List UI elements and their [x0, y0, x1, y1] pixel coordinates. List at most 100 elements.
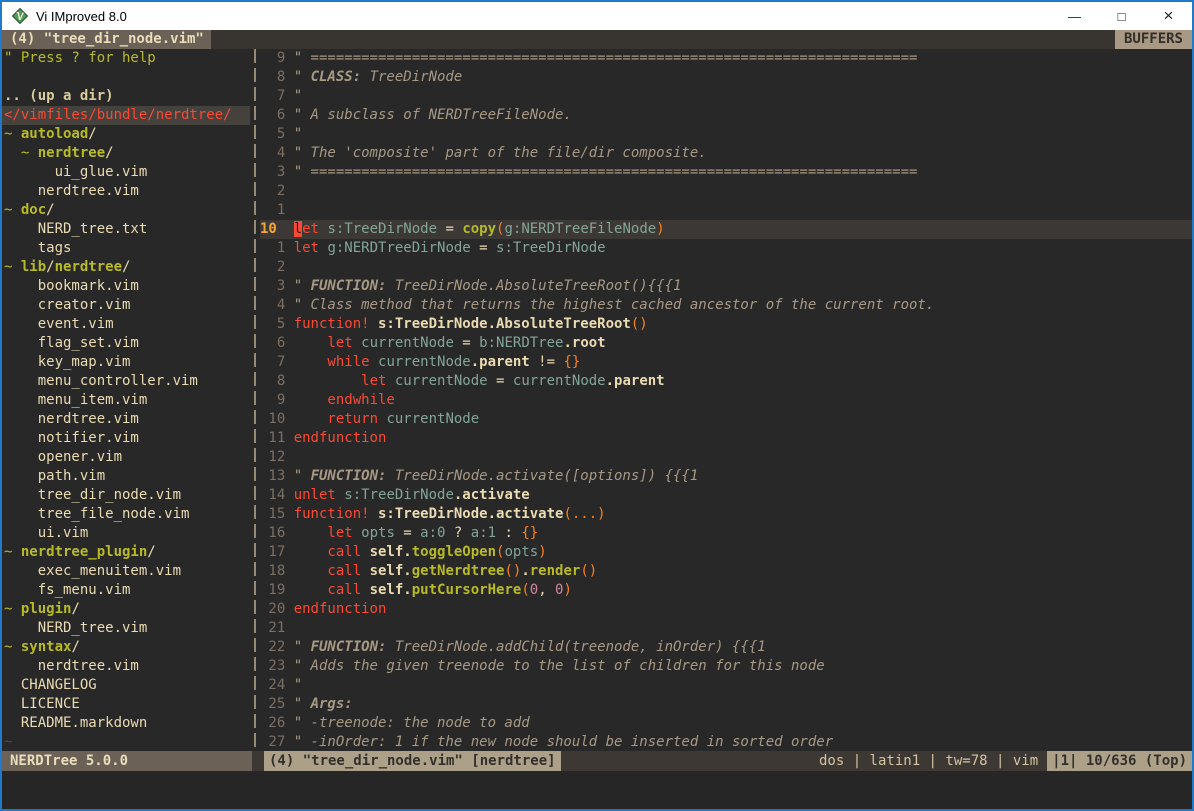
- tree-row[interactable]: .. (up a dir): [4, 87, 250, 106]
- code-rows[interactable]: 9" =====================================…: [260, 49, 1192, 751]
- code-row[interactable]: 7 while currentNode.parent != {}: [260, 353, 1192, 372]
- tree-row[interactable]: ~ syntax/: [4, 638, 250, 657]
- code-row[interactable]: 17 call self.toggleOpen(opts): [260, 543, 1192, 562]
- tree-row[interactable]: README.markdown: [4, 714, 250, 733]
- tree-row[interactable]: [4, 68, 250, 87]
- tree-row[interactable]: notifier.vim: [4, 429, 250, 448]
- statusline: NERDTree 5.0.0 (4) "tree_dir_node.vim" […: [2, 751, 1192, 771]
- maximize-button[interactable]: □: [1098, 2, 1145, 30]
- code-row[interactable]: 4" The 'composite' part of the file/dir …: [260, 144, 1192, 163]
- tree-row[interactable]: ~ autoload/: [4, 125, 250, 144]
- code-row[interactable]: 11endfunction: [260, 429, 1192, 448]
- code-row[interactable]: 7": [260, 87, 1192, 106]
- code-row[interactable]: 9 endwhile: [260, 391, 1192, 410]
- code-line-text: " ======================================…: [294, 163, 918, 182]
- tree-row[interactable]: tree_dir_node.vim: [4, 486, 250, 505]
- code-row[interactable]: 26" -treenode: the node to add: [260, 714, 1192, 733]
- minimize-button[interactable]: —: [1051, 2, 1098, 30]
- tree-row[interactable]: fs_menu.vim: [4, 581, 250, 600]
- tree-row[interactable]: key_map.vim: [4, 353, 250, 372]
- code-row[interactable]: 12: [260, 448, 1192, 467]
- code-row[interactable]: 3" FUNCTION: TreeDirNode.AbsoluteTreeRoo…: [260, 277, 1192, 296]
- code-row[interactable]: 4" Class method that returns the highest…: [260, 296, 1192, 315]
- tree-row[interactable]: tags: [4, 239, 250, 258]
- tree-row[interactable]: creator.vim: [4, 296, 250, 315]
- statusline-flags: dos | latin1 | tw=78 | vim: [819, 751, 1047, 771]
- titlebar: Vi IMproved 8.0 — □ ×: [2, 2, 1192, 30]
- tab-tree-dir-node[interactable]: (4) "tree_dir_node.vim": [2, 30, 211, 49]
- code-row[interactable]: 6" A subclass of NERDTreeFileNode.: [260, 106, 1192, 125]
- tree-row[interactable]: event.vim: [4, 315, 250, 334]
- code-row-cursor[interactable]: 10let s:TreeDirNode = copy(g:NERDTreeFil…: [260, 220, 1192, 239]
- code-line-text: call self.getNerdtree().render(): [294, 562, 597, 581]
- tree-row[interactable]: tree_file_node.vim: [4, 505, 250, 524]
- tree-row[interactable]: ~ lib/nerdtree/: [4, 258, 250, 277]
- nerdtree-rows[interactable]: " Press ? for help .. (up a dir)</vimfile…: [2, 49, 250, 751]
- code-row[interactable]: 19 call self.putCursorHere(0, 0): [260, 581, 1192, 600]
- tree-row[interactable]: nerdtree.vim: [4, 182, 250, 201]
- line-number: 17: [260, 543, 285, 562]
- line-number: 7: [260, 87, 285, 106]
- code-row[interactable]: 9" =====================================…: [260, 49, 1192, 68]
- tree-row[interactable]: ui.vim: [4, 524, 250, 543]
- code-row[interactable]: 13" FUNCTION: TreeDirNode.activate([opti…: [260, 467, 1192, 486]
- code-row[interactable]: 8" CLASS: TreeDirNode: [260, 68, 1192, 87]
- tree-row[interactable]: path.vim: [4, 467, 250, 486]
- code-line-text: " A subclass of NERDTreeFileNode.: [294, 106, 572, 125]
- tree-row[interactable]: menu_controller.vim: [4, 372, 250, 391]
- code-row[interactable]: 24": [260, 676, 1192, 695]
- command-line[interactable]: [2, 771, 1192, 809]
- code-row[interactable]: 21: [260, 619, 1192, 638]
- code-line-text: let opts = a:0 ? a:1 : {}: [294, 524, 539, 543]
- tree-row[interactable]: ~ plugin/: [4, 600, 250, 619]
- code-row[interactable]: 23" Adds the given treenode to the list …: [260, 657, 1192, 676]
- code-row[interactable]: 25" Args:: [260, 695, 1192, 714]
- code-row[interactable]: 1let g:NERDTreeDirNode = s:TreeDirNode: [260, 239, 1192, 258]
- tree-row[interactable]: flag_set.vim: [4, 334, 250, 353]
- tree-root-row[interactable]: </vimfiles/bundle/nerdtree/: [2, 106, 250, 125]
- tree-row[interactable]: bookmark.vim: [4, 277, 250, 296]
- line-number: 3: [260, 277, 285, 296]
- tree-row[interactable]: nerdtree.vim: [4, 410, 250, 429]
- code-line-text: endfunction: [294, 600, 387, 619]
- code-line-text: endfunction: [294, 429, 387, 448]
- code-row[interactable]: 14unlet s:TreeDirNode.activate: [260, 486, 1192, 505]
- tree-row[interactable]: NERD_tree.vim: [4, 619, 250, 638]
- code-row[interactable]: 1: [260, 201, 1192, 220]
- tree-row[interactable]: ~ doc/: [4, 201, 250, 220]
- code-row[interactable]: 16 let opts = a:0 ? a:1 : {}: [260, 524, 1192, 543]
- code-row[interactable]: 2: [260, 258, 1192, 277]
- code-row[interactable]: 5function! s:TreeDirNode.AbsoluteTreeRoo…: [260, 315, 1192, 334]
- tree-row[interactable]: NERD_tree.txt: [4, 220, 250, 239]
- code-row[interactable]: 3" =====================================…: [260, 163, 1192, 182]
- tree-row[interactable]: ~ nerdtree/: [4, 144, 250, 163]
- code-row[interactable]: 6 let currentNode = b:NERDTree.root: [260, 334, 1192, 353]
- code-row[interactable]: 18 call self.getNerdtree().render(): [260, 562, 1192, 581]
- tree-row[interactable]: ~ nerdtree_plugin/: [4, 543, 250, 562]
- code-line-text: " The 'composite' part of the file/dir c…: [294, 144, 707, 163]
- code-line-text: let currentNode = b:NERDTree.root: [294, 334, 606, 353]
- code-row[interactable]: 5": [260, 125, 1192, 144]
- code-row[interactable]: 8 let currentNode = currentNode.parent: [260, 372, 1192, 391]
- tree-row[interactable]: ui_glue.vim: [4, 163, 250, 182]
- tree-row[interactable]: ~: [4, 733, 250, 751]
- tree-row[interactable]: opener.vim: [4, 448, 250, 467]
- code-row[interactable]: 27" -inOrder: 1 if the new node should b…: [260, 733, 1192, 751]
- code-row[interactable]: 20endfunction: [260, 600, 1192, 619]
- code-line-text: return currentNode: [294, 410, 479, 429]
- code-row[interactable]: 10 return currentNode: [260, 410, 1192, 429]
- window-separator[interactable]: [250, 49, 260, 751]
- tree-row[interactable]: nerdtree.vim: [4, 657, 250, 676]
- line-number: 1: [260, 239, 285, 258]
- code-row[interactable]: 22" FUNCTION: TreeDirNode.addChild(treen…: [260, 638, 1192, 657]
- tree-row[interactable]: LICENCE: [4, 695, 250, 714]
- close-button[interactable]: ×: [1145, 2, 1192, 30]
- tabline: (4) "tree_dir_node.vim" BUFFERS: [2, 30, 1192, 49]
- code-row[interactable]: 2: [260, 182, 1192, 201]
- tree-row[interactable]: menu_item.vim: [4, 391, 250, 410]
- tree-row[interactable]: " Press ? for help: [4, 49, 250, 68]
- tree-row[interactable]: exec_menuitem.vim: [4, 562, 250, 581]
- tree-row[interactable]: CHANGELOG: [4, 676, 250, 695]
- code-row[interactable]: 15function! s:TreeDirNode.activate(...): [260, 505, 1192, 524]
- code-line-text: call self.toggleOpen(opts): [294, 543, 547, 562]
